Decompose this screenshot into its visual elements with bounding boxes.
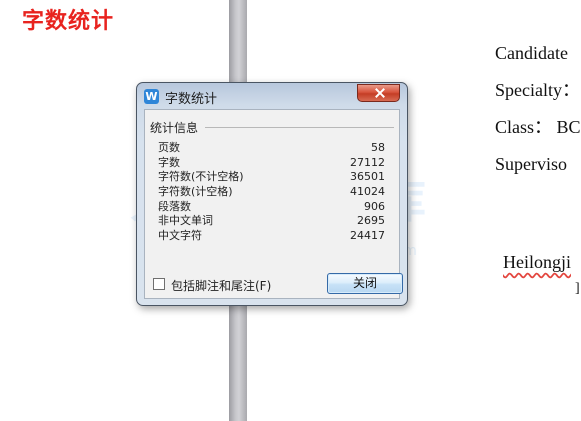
document-line-specialty: Specialty： [495,80,580,100]
close-x-button[interactable] [357,84,400,102]
dialog-titlebar[interactable]: W 字数统计 [137,83,407,109]
stat-value: 24417 [350,229,385,243]
statistics-group-label: 统计信息 [150,121,199,135]
stat-label: 字数 [158,155,180,169]
document-lines: Candidate Specialty： Class： BC Superviso [495,41,581,189]
stat-value: 27112 [350,155,385,169]
stat-row-chars-no-spaces: 字符数(不计空格) 36501 [158,170,385,185]
word-count-dialog: W 字数统计 统计信息 页数 58 字数 27112 字符数(不计空格) 365… [136,82,408,306]
stat-value: 58 [371,141,385,154]
page-title: 字数统计 [22,8,115,34]
document-line-candidate: Candidate [495,43,568,63]
stat-row-non-chinese-words: 非中文单词 2695 [158,214,385,229]
statistics-list: 页数 58 字数 27112 字符数(不计空格) 36501 字符数(计空格) … [158,141,385,244]
stat-label: 字符数(计空格) [158,185,233,199]
document-heilongjiang: Heilongji [503,252,571,272]
stat-row-chars-with-spaces: 字符数(计空格) 41024 [158,185,385,200]
stat-value: 906 [364,199,385,213]
stat-label: 段落数 [158,199,191,213]
include-footnotes-label[interactable]: 包括脚注和尾注(F) [171,277,271,294]
stat-label: 页数 [158,141,180,154]
stat-label: 中文字符 [158,229,202,243]
stat-value: 36501 [350,170,385,184]
stat-value: 41024 [350,185,385,199]
group-divider [205,127,394,128]
document-line-class: Class： BC [495,117,581,137]
document-extra-mark: ] [575,281,580,296]
close-button[interactable]: 关闭 [327,273,403,294]
stat-row-words: 字数 27112 [158,156,385,171]
include-footnotes-checkbox[interactable] [153,278,165,290]
document-line-supervisor: Superviso [495,154,567,174]
stat-row-pages: 页数 58 [158,141,385,156]
wps-app-icon: W [144,89,159,104]
stat-label: 字符数(不计空格) [158,170,244,184]
dialog-title: 字数统计 [165,92,218,107]
dialog-content: 统计信息 页数 58 字数 27112 字符数(不计空格) 36501 字符数(… [144,109,403,299]
stat-row-chinese-characters: 中文字符 24417 [158,229,385,244]
stat-row-paragraphs: 段落数 906 [158,200,385,215]
stat-label: 非中文单词 [158,214,213,228]
stat-value: 2695 [357,214,385,228]
